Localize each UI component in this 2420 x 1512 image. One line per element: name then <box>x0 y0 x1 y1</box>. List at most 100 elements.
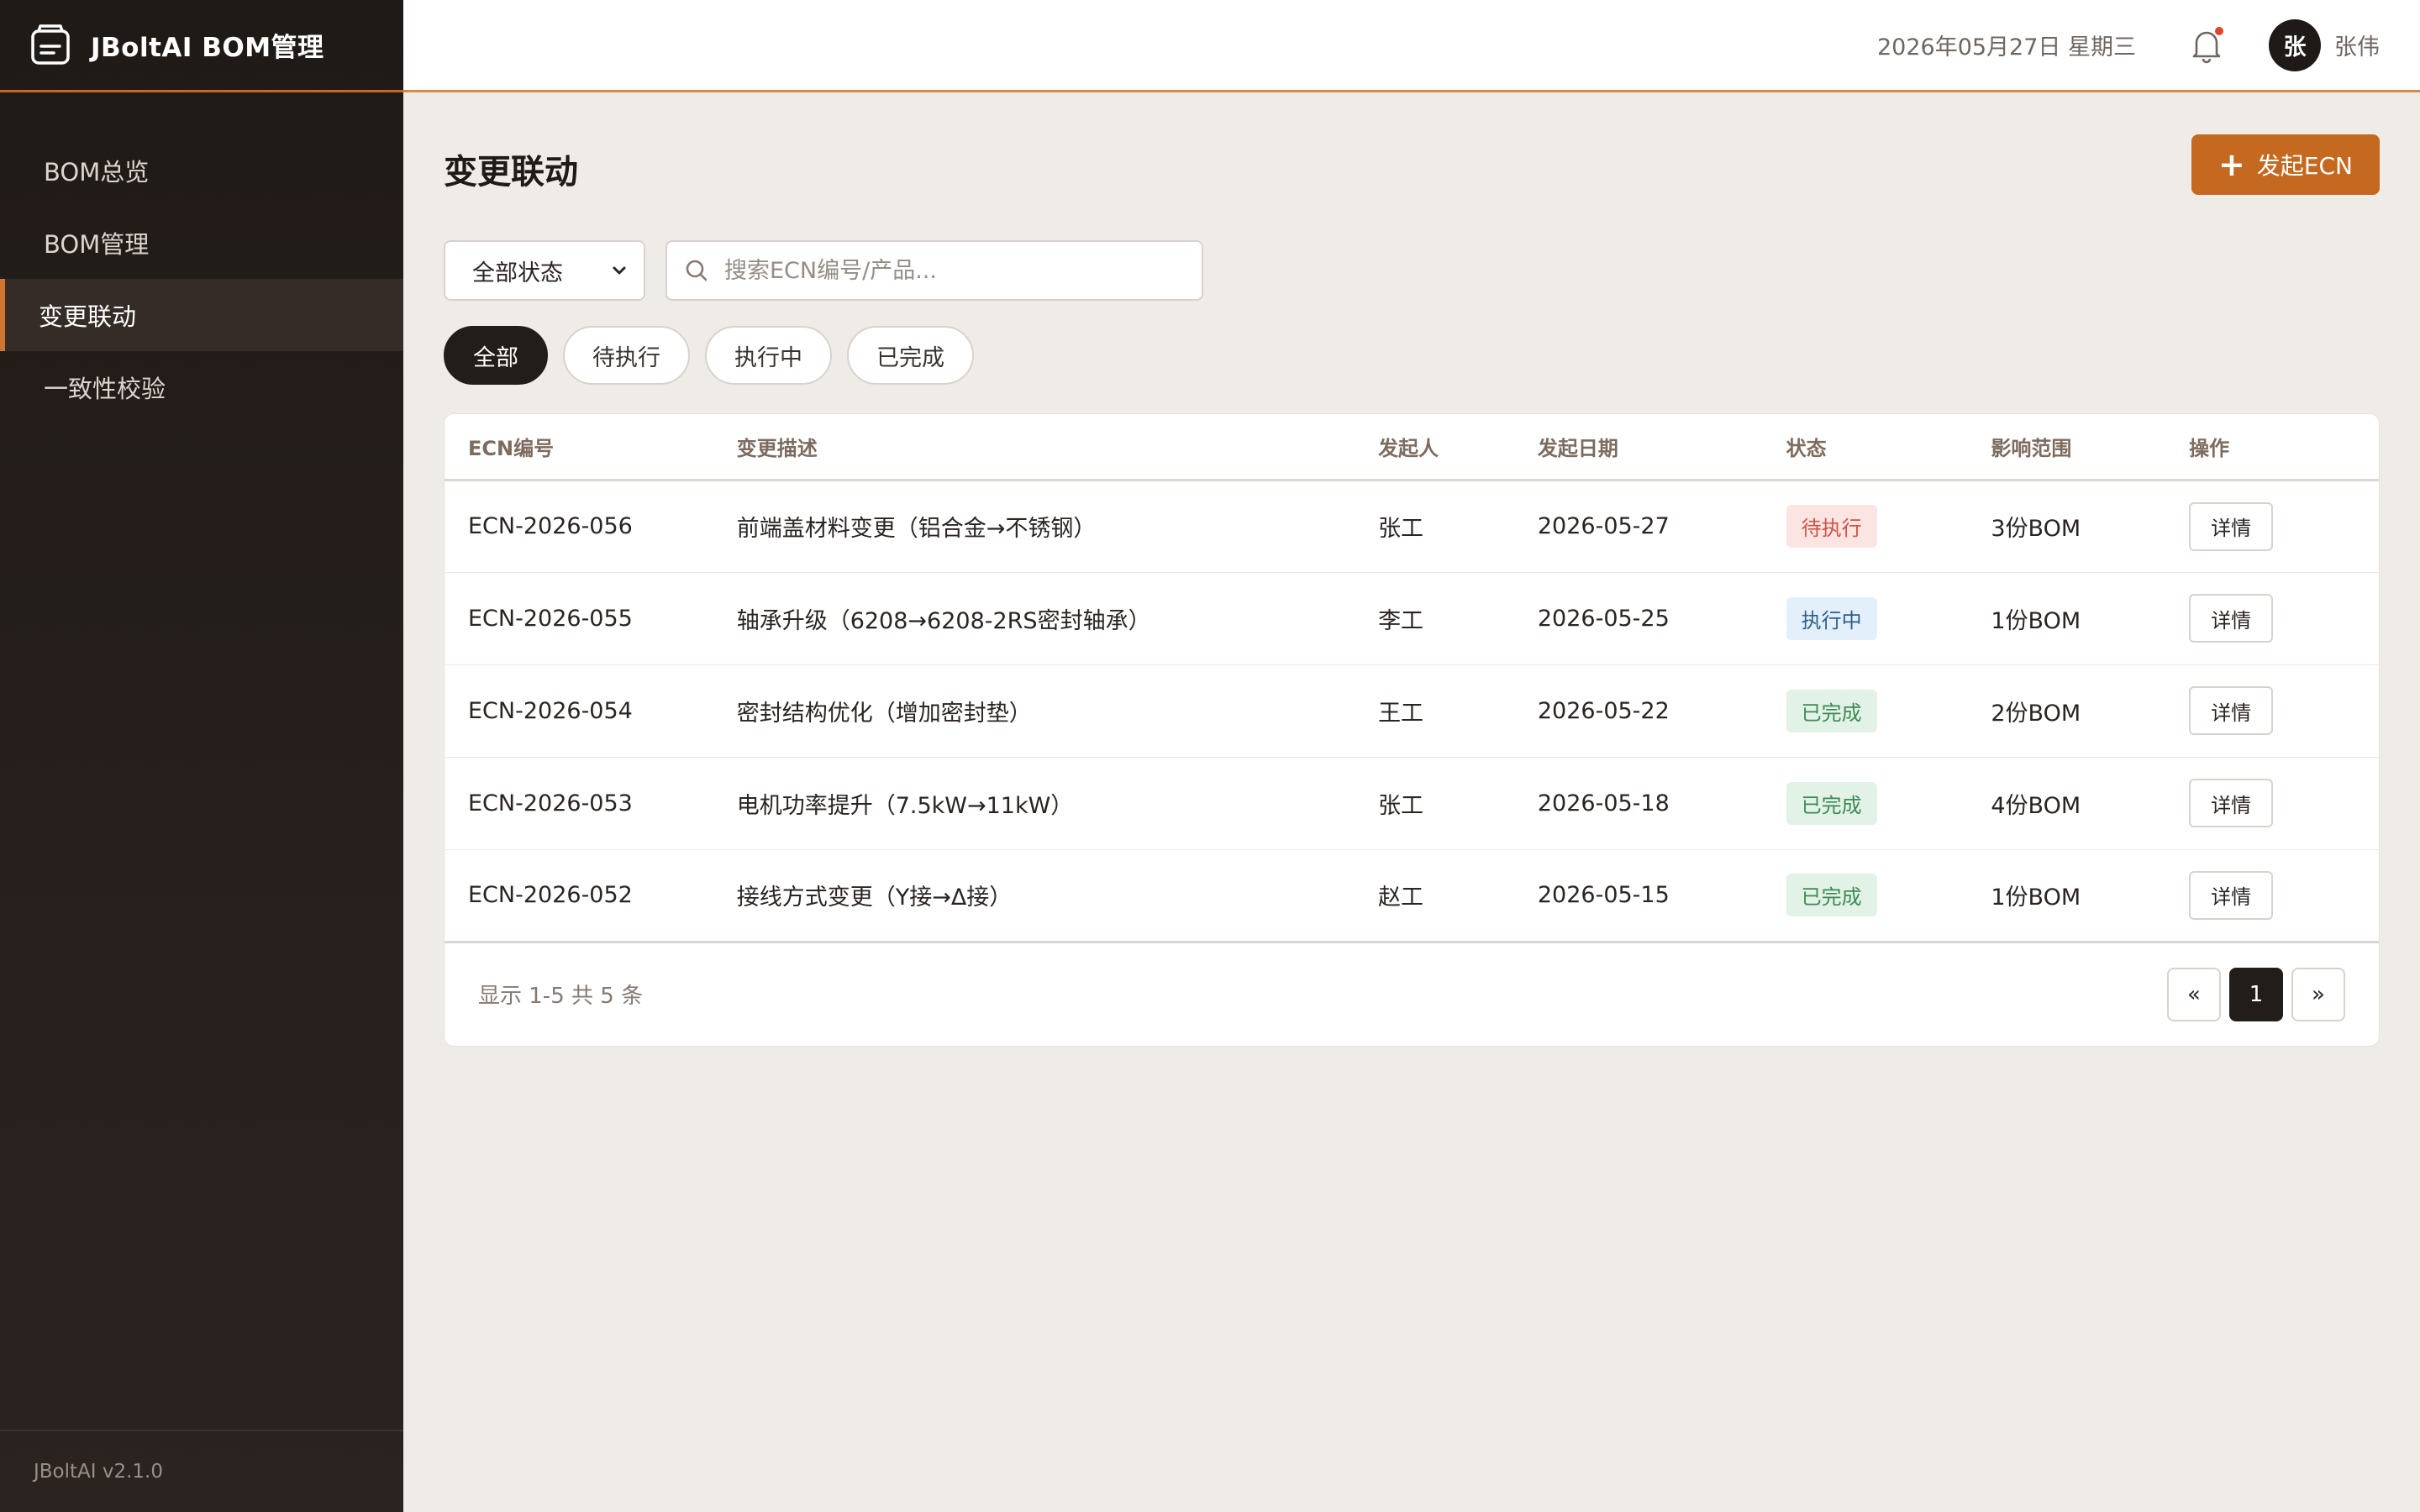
status-badge: 已完成 <box>1786 689 1877 732</box>
sidebar-item-change-linkage[interactable]: 变更联动 <box>0 279 403 351</box>
search-box <box>666 240 1203 301</box>
sidebar-item-bom-management[interactable]: BOM管理 <box>0 207 403 279</box>
ecn-date: 2026-05-22 <box>1537 664 1786 758</box>
chevron-down-icon <box>613 266 626 275</box>
ecn-scope: 2份BOM <box>1991 664 2190 758</box>
action-cell: 详情 <box>2189 849 2379 943</box>
search-input[interactable] <box>724 257 1195 284</box>
filter-bar: 全部状态 <box>444 240 2380 301</box>
chip-completed[interactable]: 已完成 <box>847 326 974 385</box>
ecn-date: 2026-05-15 <box>1537 849 1786 943</box>
ecn-date: 2026-05-18 <box>1537 757 1786 850</box>
avatar[interactable]: 张 <box>2269 18 2321 71</box>
table-row: ECN-2026-052 接线方式变更（Y接→Δ接） 赵工 2026-05-15… <box>445 849 2379 943</box>
status-badge: 已完成 <box>1786 874 1877 916</box>
detail-button[interactable]: 详情 <box>2189 594 2274 643</box>
status-cell: 待执行 <box>1786 480 1991 573</box>
create-ecn-button[interactable]: + 发起ECN <box>2191 134 2380 195</box>
app-title: JBoltAI BOM管理 <box>91 33 324 63</box>
ecn-owner: 王工 <box>1378 664 1538 758</box>
action-cell: 详情 <box>2189 757 2379 850</box>
pagination: « 1 » <box>2159 967 2345 1021</box>
column-header: ECN编号 <box>445 414 737 481</box>
sidebar: JBoltAI BOM管理 BOM总览 BOM管理 变更联动 一致性校验 JBo… <box>0 0 403 1512</box>
chip-all[interactable]: 全部 <box>444 326 548 385</box>
ecn-id: ECN-2026-052 <box>445 849 737 943</box>
ecn-scope: 1份BOM <box>1991 572 2190 665</box>
status-filter-chips: 全部 待执行 执行中 已完成 <box>444 326 2380 385</box>
sidebar-item-label: BOM管理 <box>44 230 150 259</box>
chip-pending[interactable]: 待执行 <box>563 326 690 385</box>
detail-button[interactable]: 详情 <box>2189 870 2274 920</box>
chip-in-progress[interactable]: 执行中 <box>705 326 832 385</box>
ecn-date: 2026-05-27 <box>1537 480 1786 573</box>
detail-button[interactable]: 详情 <box>2189 686 2274 735</box>
ecn-table-card: ECN编号 变更描述 发起人 发起日期 状态 影响范围 操作 ECN-2026-… <box>444 413 2380 1047</box>
ecn-id: ECN-2026-055 <box>445 572 737 665</box>
column-header: 变更描述 <box>736 414 1379 481</box>
status-cell: 已完成 <box>1786 757 1991 850</box>
page-title: 变更联动 <box>444 153 578 192</box>
sidebar-item-consistency-check[interactable]: 一致性校验 <box>0 351 403 423</box>
status-badge: 执行中 <box>1786 596 1877 640</box>
ecn-table: ECN编号 变更描述 发起人 发起日期 状态 影响范围 操作 ECN-2026-… <box>445 414 2379 943</box>
archive-box-icon <box>31 24 70 65</box>
detail-button[interactable]: 详情 <box>2189 779 2274 827</box>
brand: JBoltAI BOM管理 <box>0 0 403 92</box>
sidebar-item-label: 变更联动 <box>39 302 137 331</box>
next-page-button[interactable]: » <box>2291 967 2345 1021</box>
column-header: 影响范围 <box>1991 414 2190 481</box>
search-icon <box>686 260 708 281</box>
notification-bell-icon[interactable] <box>2190 26 2223 64</box>
ecn-id: ECN-2026-056 <box>445 480 737 573</box>
table-row: ECN-2026-055 轴承升级（6208→6208-2RS密封轴承） 李工 … <box>445 572 2379 665</box>
main-content: 变更联动 + 发起ECN 全部状态 全部 待执行 执行中 已完成 <box>444 92 2380 1047</box>
status-cell: 执行中 <box>1786 572 1991 665</box>
page-button-current[interactable]: 1 <box>2229 967 2283 1021</box>
ecn-scope: 1份BOM <box>1991 849 2190 943</box>
ecn-description: 前端盖材料变更（铝合金→不锈钢） <box>736 480 1379 573</box>
column-header: 发起日期 <box>1537 414 1786 481</box>
table-header-row: ECN编号 变更描述 发起人 发起日期 状态 影响范围 操作 <box>445 414 2379 481</box>
ecn-owner: 张工 <box>1378 480 1538 573</box>
sidebar-item-label: BOM总览 <box>44 158 150 186</box>
ecn-description: 密封结构优化（增加密封垫） <box>736 664 1379 758</box>
action-cell: 详情 <box>2189 572 2379 665</box>
app-version: JBoltAI v2.1.0 <box>0 1430 403 1512</box>
create-ecn-label: 发起ECN <box>2256 152 2353 180</box>
page-header: 变更联动 + 发起ECN <box>444 92 2380 240</box>
topbar: 2026年05月27日 星期三 张 张伟 <box>403 0 2420 92</box>
status-badge: 待执行 <box>1786 505 1877 548</box>
table-row: ECN-2026-053 电机功率提升（7.5kW→11kW） 张工 2026-… <box>445 757 2379 850</box>
status-cell: 已完成 <box>1786 849 1991 943</box>
table-footer: 显示 1-5 共 5 条 « 1 » <box>445 943 2379 1046</box>
action-cell: 详情 <box>2189 664 2379 758</box>
ecn-date: 2026-05-25 <box>1537 572 1786 665</box>
ecn-id: ECN-2026-054 <box>445 664 737 758</box>
status-select-value: 全部状态 <box>472 260 563 286</box>
sidebar-item-bom-overview[interactable]: BOM总览 <box>0 134 403 207</box>
ecn-owner: 李工 <box>1378 572 1538 665</box>
status-select[interactable]: 全部状态 <box>444 240 645 301</box>
user-name[interactable]: 张伟 <box>2334 29 2380 61</box>
column-header: 发起人 <box>1378 414 1538 481</box>
table-row: ECN-2026-054 密封结构优化（增加密封垫） 王工 2026-05-22… <box>445 664 2379 758</box>
ecn-scope: 4份BOM <box>1991 757 2190 850</box>
column-header: 状态 <box>1786 414 1991 481</box>
status-cell: 已完成 <box>1786 664 1991 758</box>
sidebar-item-label: 一致性校验 <box>44 375 166 403</box>
ecn-owner: 赵工 <box>1378 849 1538 943</box>
current-date: 2026年05月27日 星期三 <box>1876 34 2136 60</box>
ecn-description: 接线方式变更（Y接→Δ接） <box>736 849 1379 943</box>
prev-page-button[interactable]: « <box>2167 967 2221 1021</box>
ecn-description: 轴承升级（6208→6208-2RS密封轴承） <box>736 572 1379 665</box>
notification-dot <box>2215 26 2223 35</box>
status-badge: 已完成 <box>1786 781 1877 825</box>
action-cell: 详情 <box>2189 480 2379 573</box>
detail-button[interactable]: 详情 <box>2189 501 2274 551</box>
ecn-id: ECN-2026-053 <box>445 757 737 850</box>
ecn-description: 电机功率提升（7.5kW→11kW） <box>736 757 1379 850</box>
ecn-scope: 3份BOM <box>1991 480 2190 573</box>
ecn-owner: 张工 <box>1378 757 1538 850</box>
pagination-info: 显示 1-5 共 5 条 <box>478 984 644 1009</box>
